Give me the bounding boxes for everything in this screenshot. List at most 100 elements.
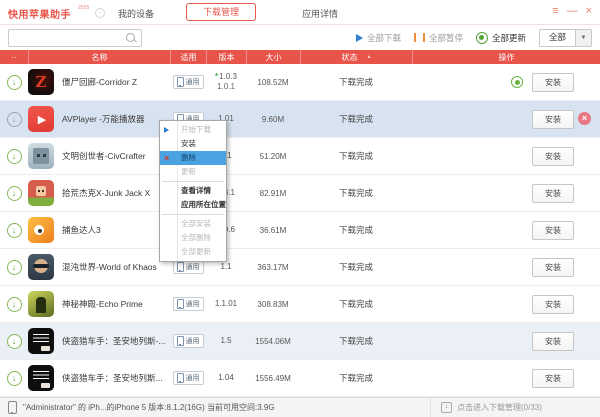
size-cell: 36.61M: [246, 226, 300, 235]
title-bar: 快用苹果助手 2015 ⌄ 我的设备 下载管理 应用详情 ≡ — ×: [0, 0, 600, 25]
app-name: 僵尸回廊-Corridor Z: [62, 76, 170, 88]
chevron-down-icon[interactable]: ▼: [575, 30, 591, 46]
header-size[interactable]: 大小: [246, 50, 300, 64]
table-row[interactable]: ↓ 文明创世者-CivCrafter 通用 1.1 51.20M 下载完成 安装: [0, 138, 600, 175]
header-name[interactable]: 名称: [28, 50, 170, 64]
action-cell: 安装: [412, 64, 600, 100]
update-all-button[interactable]: 全部更新: [476, 32, 526, 44]
download-arrow-icon[interactable]: ↓: [7, 297, 22, 312]
context-menu-item: 全部安装: [160, 217, 226, 231]
context-menu-item: 全部更新: [160, 245, 226, 259]
filter-dropdown[interactable]: 全部 ▼: [539, 29, 592, 47]
close-icon[interactable]: ×: [586, 4, 592, 18]
toolbar: 全部下载 全部暂停 全部更新 全部 ▼: [0, 25, 600, 50]
play-icon: [164, 127, 169, 133]
status-cell: 下载完成: [300, 224, 412, 236]
filter-value: 全部: [540, 30, 575, 46]
device-info: "Administrator" 的 iPh...的iPhone 5 版本:8.1…: [23, 402, 275, 413]
context-menu-item[interactable]: 查看详情: [160, 184, 226, 198]
size-cell: 51.20M: [246, 152, 300, 161]
status-cell: 下载完成: [300, 113, 412, 125]
app-icon: Z: [28, 69, 54, 95]
version-cell: 1.1: [206, 262, 246, 272]
action-cell: 安装: [412, 138, 600, 174]
menu-separator: [162, 214, 224, 215]
table-row[interactable]: ↓ 混沌世界-World of Khaos 通用 1.1 363.17M 下载完…: [0, 249, 600, 286]
install-button[interactable]: 安装: [532, 369, 574, 388]
new-version-star: *: [215, 72, 218, 81]
status-cell: 下载完成: [300, 261, 412, 273]
logo-dropdown-icon[interactable]: ⌄: [95, 8, 105, 18]
header-version[interactable]: 版本: [206, 50, 246, 64]
status-cell: 下载完成: [300, 187, 412, 199]
search-input[interactable]: [9, 30, 141, 46]
pause-all-button[interactable]: 全部暂停: [414, 32, 463, 44]
status-cell: 下载完成: [300, 335, 412, 347]
size-cell: 82.91M: [246, 189, 300, 198]
download-arrow-icon[interactable]: ↓: [7, 371, 22, 386]
install-button[interactable]: 安装: [532, 332, 574, 351]
table-row[interactable]: ↓ 侠盗猎车手：圣安地列斯... 通用 1.04 1556.49M 下载完成 安…: [0, 360, 600, 397]
status-bar: "Administrator" 的 iPh...的iPhone 5 版本:8.1…: [0, 397, 600, 417]
download-arrow-icon[interactable]: ↓: [7, 186, 22, 201]
tab-app-details[interactable]: 应用详情: [302, 7, 338, 20]
size-cell: 108.52M: [246, 78, 300, 87]
app-name: 捕鱼达人3: [62, 224, 170, 236]
device-icon: [177, 373, 184, 383]
device-badge: 通用: [173, 297, 204, 311]
search-box[interactable]: [8, 29, 142, 47]
device-badge: 通用: [173, 334, 204, 348]
context-menu-item[interactable]: 应用所在位置: [160, 198, 226, 212]
window-controls: ≡ — ×: [552, 4, 592, 18]
table-row[interactable]: ↓ 侠盗猎车手：圣安地列斯-... 通用 1.5 1554.06M 下载完成 安…: [0, 323, 600, 360]
download-all-button[interactable]: 全部下载: [356, 32, 401, 44]
action-cell: 安装: [412, 249, 600, 285]
download-entry[interactable]: ↓ 点击进入下载管理(0/33): [430, 398, 542, 417]
size-cell: 308.83M: [246, 300, 300, 309]
header-status[interactable]: 状态 ▲: [300, 50, 412, 64]
minimize-icon[interactable]: —: [567, 4, 578, 18]
table-row[interactable]: ↓ 拾荒杰克X-Junk Jack X 通用 2.3.1 82.91M 下载完成…: [0, 175, 600, 212]
context-menu-item[interactable]: 安装: [160, 137, 226, 151]
action-cell: 安装: [412, 323, 600, 359]
table-row[interactable]: ↓ ▶ AVPlayer -万能播放器 通用 1.01 9.60M 下载完成 安…: [0, 101, 600, 138]
context-menu-item: 全部删除: [160, 231, 226, 245]
status-cell: 下载完成: [300, 76, 412, 88]
table-row[interactable]: ↓ Z 僵尸回廊-Corridor Z 通用 *1.0.3 1.0.1 108.…: [0, 64, 600, 101]
main-menu-icon[interactable]: ≡: [552, 4, 558, 18]
install-button[interactable]: 安装: [532, 184, 574, 203]
download-arrow-icon[interactable]: ↓: [7, 260, 22, 275]
install-button[interactable]: 安装: [532, 295, 574, 314]
install-button[interactable]: 安装: [532, 73, 574, 92]
download-arrow-icon[interactable]: ↓: [7, 112, 22, 127]
tab-download-manager[interactable]: 下载管理: [186, 3, 256, 21]
install-button[interactable]: 安装: [532, 110, 574, 129]
header-device[interactable]: 适用: [170, 50, 206, 64]
status-cell: 下载完成: [300, 372, 412, 384]
device-icon: [177, 262, 184, 272]
table-header: ·· 名称 适用 版本 大小 状态 ▲ 操作: [0, 50, 600, 64]
context-menu-item[interactable]: ×删除: [160, 151, 226, 165]
app-name: 神秘神殿-Echo Prime: [62, 298, 170, 310]
remove-icon[interactable]: ×: [578, 112, 591, 125]
play-icon: [356, 34, 363, 42]
table-row[interactable]: ↓ 神秘神殿-Echo Prime 通用 1.1.01 308.83M 下载完成…: [0, 286, 600, 323]
select-all-header[interactable]: ··: [0, 50, 28, 64]
download-arrow-icon[interactable]: ↓: [7, 334, 22, 349]
table-row[interactable]: ↓ 捕鱼达人3 通用 1.0.6 36.61M 下载完成 安装: [0, 212, 600, 249]
app-icon: [28, 254, 54, 280]
header-action[interactable]: 操作: [412, 50, 600, 64]
device-icon: [177, 336, 184, 346]
download-arrow-icon[interactable]: ↓: [7, 223, 22, 238]
download-arrow-icon[interactable]: ↓: [7, 149, 22, 164]
app-icon: [28, 291, 54, 317]
update-icon[interactable]: [511, 76, 523, 88]
tab-my-device[interactable]: 我的设备: [118, 7, 154, 20]
action-cell: 安装 ×: [412, 101, 600, 137]
app-icon: [28, 328, 54, 354]
install-button[interactable]: 安装: [532, 221, 574, 240]
install-button[interactable]: 安装: [532, 147, 574, 166]
pause-icon: [414, 33, 425, 42]
download-arrow-icon[interactable]: ↓: [7, 75, 22, 90]
install-button[interactable]: 安装: [532, 258, 574, 277]
